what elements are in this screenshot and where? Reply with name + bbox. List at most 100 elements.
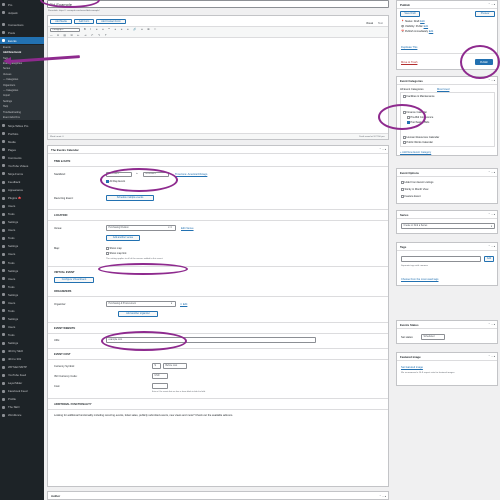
sidebar-item[interactable]: 404 to 301 bbox=[0, 356, 44, 363]
option-hide-from-listings[interactable]: Hide From Event Listings bbox=[401, 181, 433, 184]
venue-select[interactable]: Purchasing Division ▾ ✕ bbox=[106, 225, 176, 231]
series-select[interactable]: Create or Find a Series ▾ bbox=[401, 223, 495, 229]
sidebar-item[interactable]: Settings bbox=[0, 291, 44, 298]
metabox-controls[interactable]: ⌃ ⌄ ▴ bbox=[488, 245, 495, 248]
sidebar-item[interactable]: Appearance bbox=[0, 187, 44, 194]
checkbox[interactable] bbox=[401, 181, 404, 184]
sidebar-item-jetpack[interactable]: Jetpack bbox=[0, 9, 44, 16]
metabox-controls[interactable]: ⌃ ⌄ ▴ bbox=[379, 148, 386, 151]
category-item[interactable]: Facilities & Maintenance bbox=[403, 95, 435, 98]
timezone-link[interactable]: Timezone: America/Chicago bbox=[175, 173, 207, 176]
status-select[interactable]: Scheduled bbox=[421, 334, 445, 340]
sidebar-item[interactable]: Settings bbox=[0, 219, 44, 226]
sidebar-item-pro[interactable]: Pro bbox=[0, 1, 44, 8]
checkbox[interactable] bbox=[403, 141, 406, 144]
set-featured-image-link[interactable]: Set featured image bbox=[401, 366, 423, 369]
sidebar-item[interactable]: Tools bbox=[0, 211, 44, 218]
sidebar-item[interactable]: Ninja Tables Pro bbox=[0, 122, 44, 129]
sidebar-item[interactable]: Comments bbox=[0, 154, 44, 161]
sidebar-item-events[interactable]: Events bbox=[0, 37, 44, 45]
sidebar-item[interactable]: Media bbox=[0, 138, 44, 145]
organizer-select[interactable]: Purchasing & Procurement ▾ bbox=[106, 301, 176, 307]
sidebar-item[interactable]: Pages bbox=[0, 146, 44, 153]
sidebar-item[interactable]: Settings bbox=[0, 243, 44, 250]
save-draft-button[interactable]: Save Draft bbox=[400, 11, 420, 17]
sidebar-item[interactable]: Portfolio bbox=[0, 130, 44, 137]
sidebar-item[interactable]: YouTube Feed bbox=[0, 372, 44, 379]
checkbox[interactable] bbox=[106, 247, 109, 250]
add-tag-button[interactable]: Add bbox=[484, 256, 494, 262]
checkbox[interactable] bbox=[401, 195, 404, 198]
category-item[interactable]: Public Works Calendar bbox=[403, 141, 433, 144]
configure-virtual-event-button[interactable]: Configure Virtual Event bbox=[54, 277, 94, 283]
sidebar-item[interactable]: Users bbox=[0, 299, 44, 306]
metabox-controls[interactable]: ⌃ ⌄ ▴ bbox=[488, 323, 495, 326]
sidebar-item[interactable]: Tools bbox=[0, 259, 44, 266]
sidebar-item[interactable]: Tools bbox=[0, 235, 44, 242]
sidebar-item[interactable]: Profile bbox=[0, 396, 44, 403]
preview-button[interactable]: Preview bbox=[475, 11, 495, 17]
tab-most-used[interactable]: Most Used bbox=[437, 88, 449, 91]
sidebar-item[interactable]: The SEO bbox=[0, 404, 44, 411]
edit-venue-link[interactable]: Edit Venue bbox=[181, 227, 194, 230]
sidebar-subitem[interactable]: Event Add-Ons bbox=[0, 114, 44, 121]
iso-currency-input[interactable]: USD bbox=[152, 373, 168, 379]
sidebar-item[interactable]: Users bbox=[0, 323, 44, 330]
sidebar-item[interactable]: 404 by SEO bbox=[0, 348, 44, 355]
add-another-venue-button[interactable]: Add another venue bbox=[106, 235, 140, 241]
tags-input[interactable] bbox=[401, 256, 481, 262]
add-media-button[interactable]: Add Media bbox=[50, 19, 72, 24]
sidebar-item[interactable]: Settings bbox=[0, 315, 44, 322]
sidebar-item[interactable]: Wordfence bbox=[0, 412, 44, 419]
sidebar-item[interactable]: Tools bbox=[0, 331, 44, 338]
sidebar-item[interactable]: Users bbox=[0, 251, 44, 258]
schedule-multiple-events-button[interactable]: Schedule multiple events bbox=[106, 195, 154, 201]
option-sticky-month-view[interactable]: Sticky in Month View bbox=[401, 188, 428, 191]
metabox-controls[interactable]: ⌃ ⌄ ▴ bbox=[488, 79, 495, 82]
category-item[interactable]: Human Resources Calendar bbox=[403, 136, 439, 139]
toolbar-icons[interactable]: B I ≡ ≡ ❝ ≡ ≡ ≡ 🔗 ≡ ⊞ ⛶ bbox=[84, 28, 158, 31]
toolbar-icons-row2[interactable]: — A ▤ Ω ⇤ ⇥ ↶ ↷ ? bbox=[50, 34, 108, 37]
sidebar-item[interactable]: Users bbox=[0, 227, 44, 234]
sidebar-item[interactable]: LayerSlider bbox=[0, 380, 44, 387]
sidebar-item[interactable]: Plugins 1 bbox=[0, 195, 44, 202]
duplicate-link[interactable]: Duplicate This bbox=[401, 46, 417, 49]
add-another-organizer-button[interactable]: Add another organizer bbox=[118, 311, 158, 317]
checkbox[interactable] bbox=[403, 95, 406, 98]
checkbox[interactable] bbox=[106, 252, 109, 255]
sidebar-item[interactable]: Feedback bbox=[0, 178, 44, 185]
sidebar-item[interactable]: Tools bbox=[0, 283, 44, 290]
metabox-controls[interactable]: ⌃ ⌄ ▴ bbox=[488, 3, 495, 6]
currency-position-select[interactable]: Before cost bbox=[163, 363, 187, 369]
sidebar-item[interactable]: Users bbox=[0, 275, 44, 282]
add-form-button[interactable]: Add Form bbox=[74, 19, 94, 24]
checkbox[interactable] bbox=[401, 188, 404, 191]
sidebar-item-posts[interactable]: Posts bbox=[0, 29, 44, 36]
add-contact-form-button[interactable]: Add Contact Form bbox=[96, 19, 126, 24]
sidebar-item[interactable]: Tools bbox=[0, 307, 44, 314]
metabox-controls[interactable]: ⌃ ⌄ ▴ bbox=[379, 495, 386, 498]
metabox-controls[interactable]: ⌃ ⌄ ▴ bbox=[488, 213, 495, 216]
option-feature-event[interactable]: Feature Event bbox=[401, 195, 421, 198]
show-map-checkbox[interactable]: Show map bbox=[106, 247, 122, 250]
permalink[interactable]: Permalink: https://...example.com/event/… bbox=[48, 10, 99, 12]
tab-all-event-categories[interactable]: All Event Categories bbox=[400, 88, 424, 91]
choose-tags-link[interactable]: Choose from the most used tags bbox=[401, 278, 438, 281]
sidebar-item[interactable]: Ninja Forms bbox=[0, 170, 44, 177]
metabox-controls[interactable]: ⌃ ⌄ ▴ bbox=[488, 171, 495, 174]
move-to-trash-link[interactable]: Move to Trash bbox=[401, 61, 417, 64]
sidebar-item[interactable]: YouTube Videos bbox=[0, 162, 44, 169]
sidebar-item[interactable]: Users bbox=[0, 203, 44, 210]
show-map-link-checkbox[interactable]: Show map link bbox=[106, 252, 126, 255]
cost-input[interactable] bbox=[152, 383, 168, 389]
format-select[interactable]: Paragraph bbox=[50, 28, 80, 32]
checkbox[interactable] bbox=[403, 136, 406, 139]
currency-symbol-input[interactable]: $ bbox=[152, 363, 161, 369]
tab-visual[interactable]: Visual bbox=[366, 22, 373, 25]
sidebar-item[interactable]: Settings bbox=[0, 267, 44, 274]
edit-organizer-link[interactable]: ✕ Edit bbox=[180, 303, 187, 306]
add-new-category-link[interactable]: + Add New Event Category bbox=[400, 151, 431, 154]
tab-text[interactable]: Text bbox=[378, 22, 383, 25]
sidebar-item-connections[interactable]: Connections bbox=[0, 21, 44, 28]
metabox-controls[interactable]: ⌃ ⌄ ▴ bbox=[488, 355, 495, 358]
